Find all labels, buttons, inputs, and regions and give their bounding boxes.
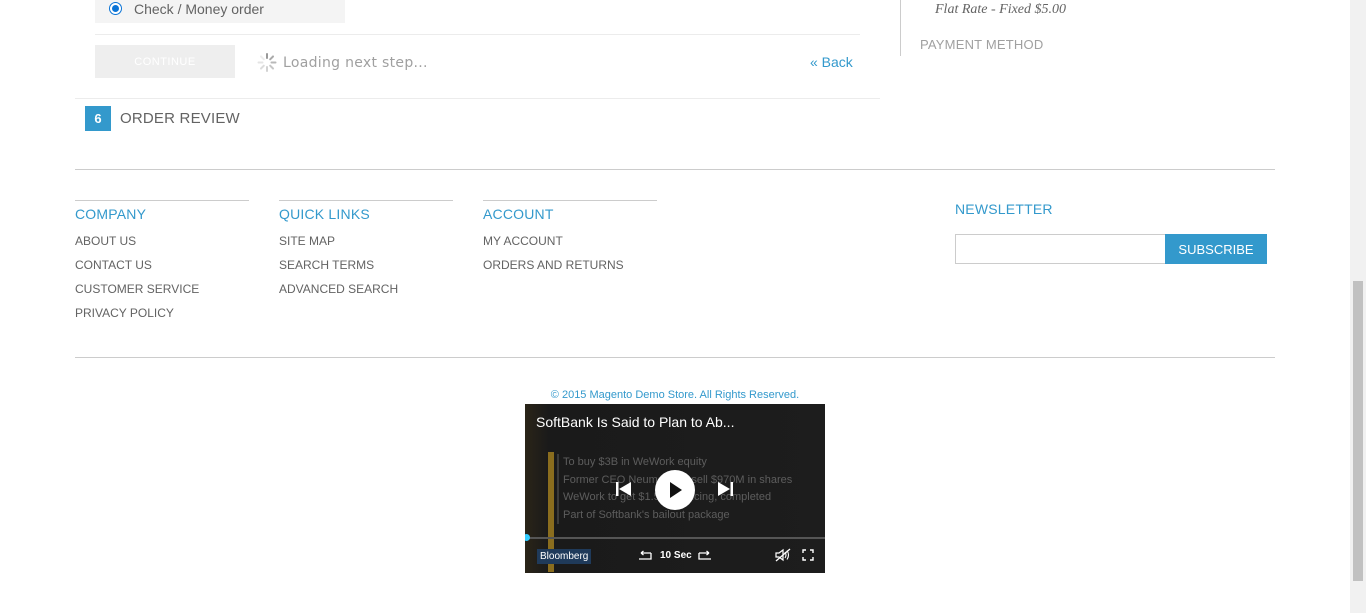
payment-option-label: Check / Money order xyxy=(134,0,264,17)
play-icon xyxy=(670,482,682,498)
footer-company-heading: COMPANY xyxy=(75,206,147,222)
footer-account-heading: ACCOUNT xyxy=(483,206,554,222)
footer-company: COMPANY ABOUT US CONTACT US CUSTOMER SER… xyxy=(75,200,249,330)
footer-link-advanced-search[interactable]: ADVANCED SEARCH xyxy=(279,282,453,306)
payment-radio[interactable] xyxy=(109,2,122,15)
skip-seconds-label: 10 Sec xyxy=(660,550,692,561)
rewind-10-icon[interactable] xyxy=(637,550,653,562)
column-rule xyxy=(279,200,453,201)
footer-link-orders-returns[interactable]: ORDERS AND RETURNS xyxy=(483,258,657,282)
video-progress-bar[interactable] xyxy=(525,537,825,539)
continue-button[interactable]: CONTINUE xyxy=(95,45,235,78)
next-icon[interactable] xyxy=(716,480,734,498)
step-title-order-review[interactable]: ORDER REVIEW xyxy=(120,110,240,127)
previous-icon[interactable] xyxy=(615,480,633,498)
footer-bottom-divider xyxy=(75,357,1275,358)
footer-link-customer-service[interactable]: CUSTOMER SERVICE xyxy=(75,282,249,306)
copyright-text: © 2015 Magento Demo Store. All Rights Re… xyxy=(550,389,800,401)
payment-option-checkmo[interactable]: Check / Money order xyxy=(95,0,345,23)
footer-link-contact-us[interactable]: CONTACT US xyxy=(75,258,249,282)
footer-top-divider xyxy=(75,169,1275,170)
shipping-rate-text: Flat Rate - Fixed $5.00 xyxy=(935,2,1067,17)
video-player[interactable]: To buy $3B in WeWork equity Former CEO N… xyxy=(525,404,825,573)
play-button[interactable] xyxy=(655,470,695,510)
footer-link-privacy-policy[interactable]: PRIVACY POLICY xyxy=(75,306,249,330)
newsletter-heading: NEWSLETTER xyxy=(955,201,1053,217)
radio-selected-dot xyxy=(112,5,119,12)
footer-account: ACCOUNT MY ACCOUNT ORDERS AND RETURNS xyxy=(483,200,657,282)
bloomberg-logo: Bloomberg xyxy=(537,549,592,564)
footer-link-my-account[interactable]: MY ACCOUNT xyxy=(483,234,657,258)
step-number-badge: 6 xyxy=(85,106,111,131)
forward-10-icon[interactable] xyxy=(697,550,713,562)
subscribe-button[interactable]: SUBSCRIBE xyxy=(1165,234,1267,264)
footer-quick-links: QUICK LINKS SITE MAP SEARCH TERMS ADVANC… xyxy=(279,200,453,306)
footer-link-site-map[interactable]: SITE MAP xyxy=(279,234,453,258)
mute-icon[interactable] xyxy=(775,548,791,562)
column-rule xyxy=(483,200,657,201)
video-title[interactable]: SoftBank Is Said to Plan to Ab... xyxy=(536,414,734,430)
footer-link-search-terms[interactable]: SEARCH TERMS xyxy=(279,258,453,282)
footer-link-about-us[interactable]: ABOUT US xyxy=(75,234,249,258)
scrollbar-thumb[interactable] xyxy=(1353,281,1363,581)
newsletter-block: NEWSLETTER SUBSCRIBE xyxy=(955,201,1267,264)
step-divider xyxy=(95,34,860,35)
column-rule xyxy=(75,200,249,201)
section-divider xyxy=(75,98,880,99)
caption-line: To buy $3B in WeWork equity xyxy=(557,454,792,472)
page-scrollbar[interactable] xyxy=(1350,0,1366,613)
loading-text: Loading next step... xyxy=(283,54,428,71)
spinner-icon xyxy=(256,52,277,73)
footer-quick-links-heading: QUICK LINKS xyxy=(279,206,370,222)
loading-indicator: Loading next step... xyxy=(256,52,428,73)
fullscreen-icon[interactable] xyxy=(802,549,814,561)
back-link[interactable]: « Back xyxy=(810,54,853,70)
newsletter-email-input[interactable] xyxy=(955,234,1166,264)
progress-column-border xyxy=(900,0,901,56)
payment-method-heading: PAYMENT METHOD xyxy=(920,37,1044,52)
